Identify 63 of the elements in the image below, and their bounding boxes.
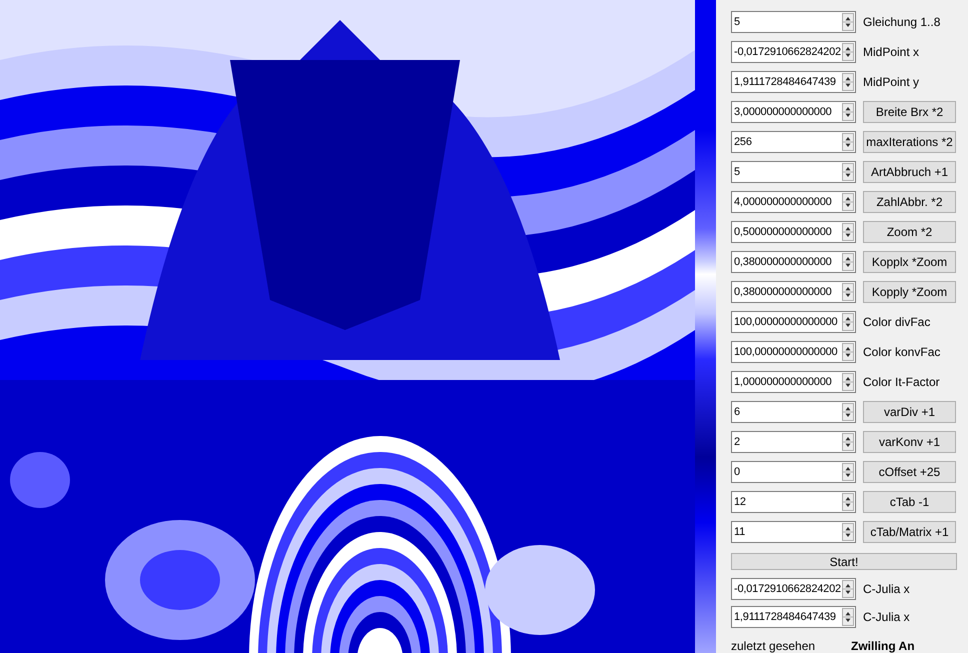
action-button[interactable]: Kopplx *Zoom xyxy=(863,251,956,273)
start-button[interactable]: Start! xyxy=(731,553,957,570)
action-button[interactable]: cTab -1 xyxy=(863,491,956,513)
number-field[interactable]: 1,000000000000000 xyxy=(731,371,856,393)
number-field[interactable]: 11 xyxy=(731,521,856,543)
number-field[interactable]: 0 xyxy=(731,461,856,483)
spin-button[interactable] xyxy=(842,283,854,301)
spin-button[interactable] xyxy=(842,373,854,391)
number-field[interactable]: 1,9111728484647439 xyxy=(731,606,856,628)
spin-button[interactable] xyxy=(842,403,854,421)
spin-button[interactable] xyxy=(842,163,854,181)
number-field[interactable]: 256 xyxy=(731,131,856,153)
field-label: C-Julia x xyxy=(863,610,910,624)
spin-button[interactable] xyxy=(842,13,854,31)
number-field[interactable]: 100,00000000000000 xyxy=(731,311,856,333)
number-field[interactable]: 0,380000000000000 xyxy=(731,251,856,273)
spin-button[interactable] xyxy=(842,463,854,481)
field-label: Color konvFac xyxy=(863,345,940,359)
action-button[interactable]: ArtAbbruch +1 xyxy=(863,161,956,183)
action-button[interactable]: varDiv +1 xyxy=(863,401,956,423)
spin-button[interactable] xyxy=(842,580,854,598)
number-field[interactable]: 0,380000000000000 xyxy=(731,281,856,303)
field-label: MidPoint x xyxy=(863,45,920,59)
action-button[interactable]: maxIterations *2 xyxy=(863,131,956,153)
number-field[interactable]: 100,00000000000000 xyxy=(731,341,856,363)
action-button[interactable]: ZahlAbbr. *2 xyxy=(863,191,956,213)
spin-button[interactable] xyxy=(842,133,854,151)
action-button[interactable]: cOffset +25 xyxy=(863,461,956,483)
number-field[interactable]: 12 xyxy=(731,491,856,513)
number-field[interactable]: -0,0172910662824202 xyxy=(731,41,856,63)
spin-button[interactable] xyxy=(842,43,854,61)
number-field[interactable]: 5 xyxy=(731,161,856,183)
spin-button[interactable] xyxy=(842,523,854,541)
number-field[interactable]: 5 xyxy=(731,11,856,33)
spin-button[interactable] xyxy=(842,433,854,451)
status-caption: zuletzt gesehen xyxy=(731,639,816,653)
field-label: Color It-Factor xyxy=(863,375,940,389)
number-field[interactable]: 0,500000000000000 xyxy=(731,221,856,243)
number-field[interactable]: -0,0172910662824202 xyxy=(731,578,856,600)
spin-button[interactable] xyxy=(842,493,854,511)
spin-button[interactable] xyxy=(842,73,854,91)
number-field[interactable]: 6 xyxy=(731,401,856,423)
action-button[interactable]: varKonv +1 xyxy=(863,431,956,453)
number-field[interactable]: 4,000000000000000 xyxy=(731,191,856,213)
field-label: Gleichung 1..8 xyxy=(863,15,940,29)
spin-button[interactable] xyxy=(842,313,854,331)
action-button[interactable]: Kopply *Zoom xyxy=(863,281,956,303)
spin-button[interactable] xyxy=(842,253,854,271)
spin-button[interactable] xyxy=(842,608,854,626)
number-field[interactable]: 2 xyxy=(731,431,856,453)
spin-button[interactable] xyxy=(842,223,854,241)
spin-button[interactable] xyxy=(842,103,854,121)
spin-button[interactable] xyxy=(842,193,854,211)
action-button[interactable]: Breite Brx *2 xyxy=(863,101,956,123)
field-label: Color divFac xyxy=(863,315,930,329)
number-field[interactable]: 1,9111728484647439 xyxy=(731,71,856,93)
spin-button[interactable] xyxy=(842,343,854,361)
field-label: C-Julia x xyxy=(863,582,910,596)
field-label: MidPoint y xyxy=(863,75,920,89)
number-field[interactable]: 3,000000000000000 xyxy=(731,101,856,123)
status-value: Zwilling An xyxy=(851,639,915,653)
action-button[interactable]: cTab/Matrix +1 xyxy=(863,521,956,543)
action-button[interactable]: Zoom *2 xyxy=(863,221,956,243)
